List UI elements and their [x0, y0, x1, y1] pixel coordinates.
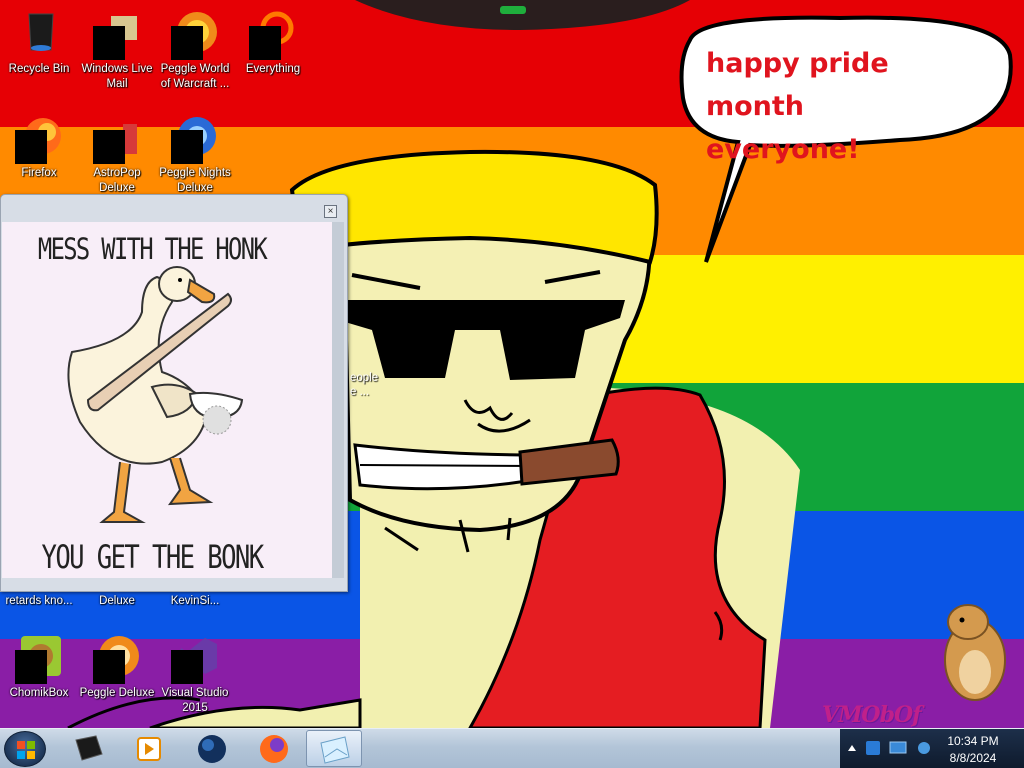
icon-label: Recycle Bin: [8, 63, 70, 75]
clock-time[interactable]: 10:34 PM: [942, 734, 1004, 748]
censor-box: [93, 26, 125, 60]
desktop-icon-everything[interactable]: Everything: [234, 6, 312, 96]
desktop-icon-peggle-nights[interactable]: Peggle Nights Deluxe: [156, 110, 234, 200]
icon-label: AstroPop Deluxe: [93, 167, 141, 194]
censor-box: [93, 130, 125, 164]
windows-logo-icon: [17, 741, 35, 759]
taskbar-media-center[interactable]: [60, 730, 116, 767]
clock-date[interactable]: 8/8/2024: [942, 751, 1004, 765]
media-player-icon: [137, 737, 161, 761]
display-icon: [889, 741, 907, 754]
speech-line-2: everyone!: [706, 134, 860, 165]
icon-label: retards kno...: [5, 595, 73, 607]
desktop-icon-peggle-wow[interactable]: Peggle World of Warcraft ...: [156, 6, 234, 96]
photo-gadget-window[interactable]: × MESS WITH THE HONK YOU GET THE BONK: [0, 194, 348, 592]
taskbar-media-player[interactable]: [120, 730, 176, 767]
desktop-icon-astropop[interactable]: AstroPop Deluxe: [78, 110, 156, 200]
icon-label: KevinSi...: [170, 595, 220, 607]
icon-label: Peggle Nights Deluxe: [159, 167, 231, 194]
icon-label: Deluxe: [99, 595, 135, 607]
censor-box: [171, 650, 203, 684]
icon-label: ChomikBox: [9, 687, 69, 699]
censor-box: [171, 130, 203, 164]
censor-box: [15, 130, 47, 164]
speech-line-1: happy pride month: [706, 48, 889, 122]
desktop-icon-recycle-bin[interactable]: Recycle Bin: [0, 6, 78, 96]
show-hidden-icons-chevron-icon: [848, 745, 856, 751]
taskbar-photo-viewer[interactable]: [306, 730, 362, 767]
artist-watermark: VMObOf: [822, 702, 922, 728]
icon-label: Peggle Deluxe: [79, 687, 155, 699]
photo-viewer-icon: [320, 736, 350, 764]
censor-box: [171, 26, 203, 60]
recycle-bin-icon: [28, 13, 54, 51]
close-button[interactable]: ×: [324, 205, 337, 218]
speaker-icon: [918, 742, 930, 754]
icon-label: Firefox: [21, 167, 57, 179]
desktop[interactable]: happy pride month everyone! VMObOf Recyc…: [0, 0, 1024, 728]
gadget-side-bar: [332, 222, 344, 578]
desktop-icon-windows-live-mail[interactable]: Windows Live Mail: [78, 6, 156, 96]
censor-box: [15, 650, 47, 684]
censor-box: [93, 650, 125, 684]
censor-box: [249, 26, 281, 60]
desktop-icon-firefox[interactable]: Firefox: [0, 110, 78, 200]
icon-label: Everything: [245, 63, 301, 75]
network-icon: [866, 741, 880, 755]
icon-label: Windows Live Mail: [81, 63, 153, 90]
goose-drawing: [67, 266, 244, 523]
desktop-icon-visual-studio[interactable]: Visual Studio 2015: [156, 630, 234, 720]
icon-label: Visual Studio 2015: [161, 687, 229, 714]
taskbar-globe[interactable]: [184, 730, 240, 767]
speech-bubble-text: happy pride month everyone!: [706, 42, 996, 171]
firefox-icon: [260, 735, 288, 763]
taskbar: 10:34 PM 8/8/2024: [0, 728, 1024, 768]
start-button[interactable]: [4, 731, 46, 767]
taskbar-firefox[interactable]: [246, 730, 302, 767]
goose-meme-image: MESS WITH THE HONK YOU GET THE BONK: [2, 222, 332, 578]
icon-label: Peggle World of Warcraft ...: [160, 63, 230, 90]
desktop-icon-chomikbox[interactable]: ChomikBox: [0, 630, 78, 720]
tray-icons: [848, 741, 930, 755]
globe-icon: [198, 735, 226, 763]
desktop-icon-peggle-deluxe[interactable]: Peggle Deluxe: [78, 630, 156, 720]
meme-bottom-text: YOU GET THE BONK: [41, 538, 265, 576]
partially-hidden-icon-label[interactable]: eople e ...: [350, 371, 378, 399]
media-center-icon: [75, 735, 103, 761]
